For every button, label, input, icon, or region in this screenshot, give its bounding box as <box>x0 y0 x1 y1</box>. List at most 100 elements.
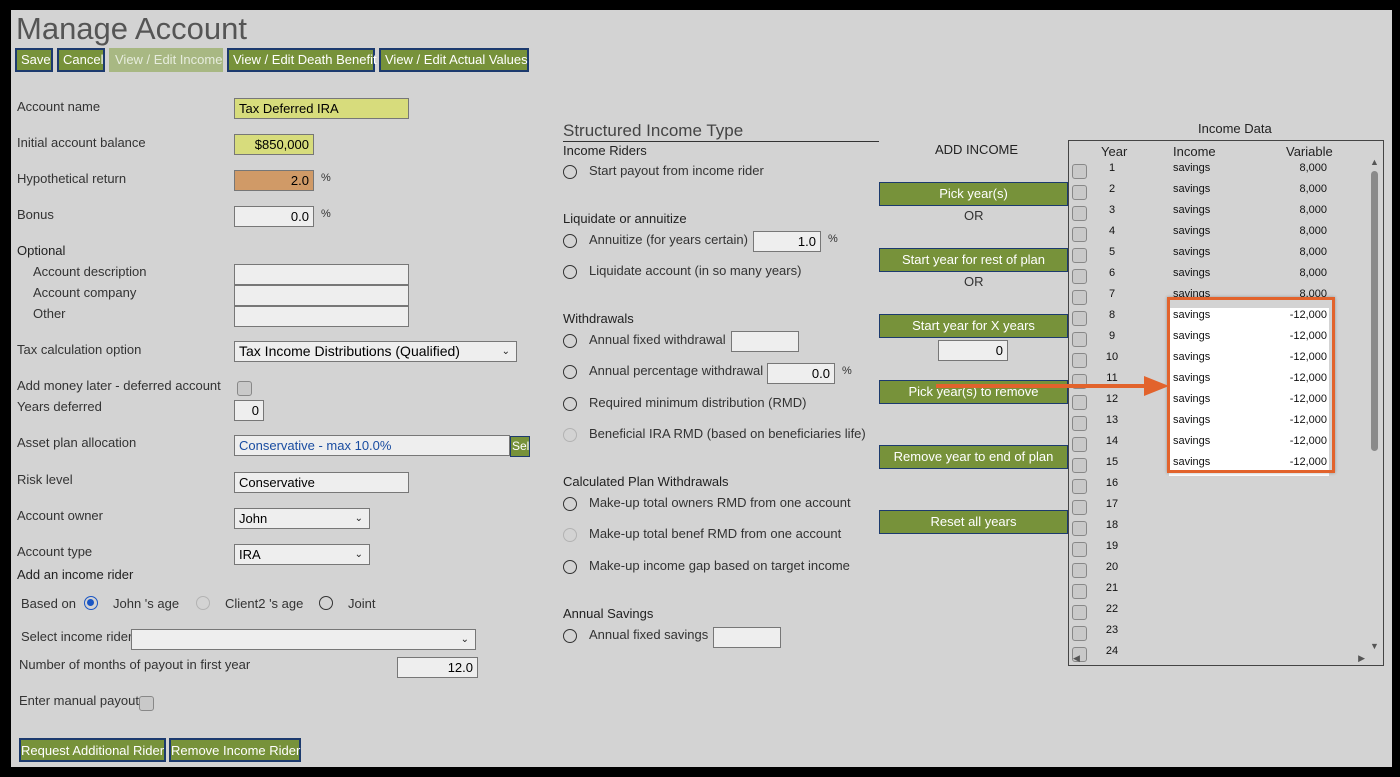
row-checkbox[interactable] <box>1072 521 1087 536</box>
scroll-up-icon[interactable]: ▲ <box>1370 157 1379 167</box>
annuitize-years-input[interactable]: 1.0 <box>753 231 821 252</box>
based-on-client2-label: Client2 's age <box>225 596 304 611</box>
bonus-input[interactable]: 0.0 <box>234 206 314 227</box>
row-checkbox[interactable] <box>1072 248 1087 263</box>
asset-plan-select-button[interactable]: Sel <box>510 436 530 457</box>
account-description-input[interactable] <box>234 264 409 285</box>
tax-option-select[interactable]: Tax Income Distributions (Qualified) ⌄ <box>234 341 517 362</box>
view-edit-income-button[interactable]: View / Edit Income <box>109 48 223 72</box>
years-deferred-input[interactable]: 0 <box>234 400 264 421</box>
remove-income-rider-button[interactable]: Remove Income Rider <box>169 738 301 762</box>
row-checkbox[interactable] <box>1072 437 1087 452</box>
scroll-left-icon[interactable]: ◀ <box>1073 653 1080 664</box>
row-checkbox[interactable] <box>1072 584 1087 599</box>
annual-fixed-savings-input[interactable] <box>713 627 781 648</box>
vertical-scrollbar[interactable]: ▲ ▼ <box>1369 157 1381 651</box>
row-checkbox[interactable] <box>1072 206 1087 221</box>
annual-savings-heading: Annual Savings <box>563 606 654 621</box>
view-edit-death-benefit-button[interactable]: View / Edit Death Benefit <box>227 48 377 72</box>
based-on-client2-radio[interactable] <box>196 596 210 610</box>
table-row[interactable]: 18 <box>1069 518 1369 539</box>
start-year-rest-of-plan-button[interactable]: Start year for rest of plan <box>879 248 1068 272</box>
bonus-label: Bonus <box>17 207 54 222</box>
makeup-benef-rmd-radio[interactable] <box>563 528 577 542</box>
reset-all-years-button[interactable]: Reset all years <box>879 510 1068 534</box>
asset-plan-input[interactable]: Conservative - max 10.0% <box>234 435 510 456</box>
table-row[interactable]: 22 <box>1069 602 1369 623</box>
row-checkbox[interactable] <box>1072 479 1087 494</box>
table-row[interactable]: 2 savings 8,000 <box>1069 182 1369 203</box>
table-row[interactable]: 3 savings 8,000 <box>1069 203 1369 224</box>
annual-percentage-withdrawal-radio[interactable] <box>563 365 577 379</box>
account-type-select[interactable]: IRA ⌄ <box>234 544 370 565</box>
annuitize-radio[interactable] <box>563 234 577 248</box>
view-edit-actual-values-button[interactable]: View / Edit Actual Values <box>379 48 529 72</box>
risk-level-input[interactable]: Conservative <box>234 472 409 493</box>
table-row[interactable]: 23 <box>1069 623 1369 644</box>
account-owner-select[interactable]: John ⌄ <box>234 508 370 529</box>
annual-fixed-savings-radio[interactable] <box>563 629 577 643</box>
table-row[interactable]: 21 <box>1069 581 1369 602</box>
row-year: 18 <box>1105 519 1119 531</box>
liquidate-radio[interactable] <box>563 265 577 279</box>
row-checkbox[interactable] <box>1072 227 1087 242</box>
add-money-later-checkbox[interactable] <box>237 381 252 396</box>
cancel-button[interactable]: Cancel <box>57 48 105 72</box>
based-on-john-radio[interactable] <box>84 596 98 610</box>
manual-payout-checkbox[interactable] <box>139 696 154 711</box>
request-additional-rider-button[interactable]: Request Additional Rider <box>19 738 166 762</box>
table-row[interactable]: 5 savings 8,000 <box>1069 245 1369 266</box>
annual-fixed-withdrawal-input[interactable] <box>731 331 799 352</box>
table-row[interactable]: 6 savings 8,000 <box>1069 266 1369 287</box>
table-row[interactable]: 24 <box>1069 644 1369 665</box>
row-checkbox[interactable] <box>1072 311 1087 326</box>
other-input[interactable] <box>234 306 409 327</box>
annual-fixed-savings-label: Annual fixed savings <box>589 627 709 642</box>
row-checkbox[interactable] <box>1072 458 1087 473</box>
row-checkbox[interactable] <box>1072 290 1087 305</box>
account-company-input[interactable] <box>234 285 409 306</box>
scroll-thumb[interactable] <box>1371 171 1378 451</box>
income-rider-select[interactable]: ⌄ <box>131 629 476 650</box>
row-checkbox[interactable] <box>1072 185 1087 200</box>
table-row[interactable]: 19 <box>1069 539 1369 560</box>
row-checkbox[interactable] <box>1072 605 1087 620</box>
beneficial-ira-rmd-radio[interactable] <box>563 428 577 442</box>
scroll-down-icon[interactable]: ▼ <box>1370 641 1379 651</box>
initial-balance-input[interactable]: $850,000 <box>234 134 314 155</box>
table-row[interactable]: 16 <box>1069 476 1369 497</box>
makeup-income-gap-radio[interactable] <box>563 560 577 574</box>
annual-fixed-withdrawal-radio[interactable] <box>563 334 577 348</box>
months-payout-input[interactable]: 12.0 <box>397 657 478 678</box>
row-checkbox[interactable] <box>1072 500 1087 515</box>
row-checkbox[interactable] <box>1072 353 1087 368</box>
liquidate-heading: Liquidate or annuitize <box>563 211 687 226</box>
annual-percentage-withdrawal-input[interactable]: 0.0 <box>767 363 835 384</box>
makeup-owners-rmd-radio[interactable] <box>563 497 577 511</box>
account-name-input[interactable]: Tax Deferred IRA <box>234 98 409 119</box>
start-payout-radio[interactable] <box>563 165 577 179</box>
table-row[interactable]: 17 <box>1069 497 1369 518</box>
row-checkbox[interactable] <box>1072 542 1087 557</box>
row-checkbox[interactable] <box>1072 269 1087 284</box>
start-year-x-years-button[interactable]: Start year for X years <box>879 314 1068 338</box>
row-checkbox[interactable] <box>1072 332 1087 347</box>
row-checkbox[interactable] <box>1072 164 1087 179</box>
based-on-label: Based on <box>21 596 76 611</box>
table-row[interactable]: 4 savings 8,000 <box>1069 224 1369 245</box>
pick-years-button[interactable]: Pick year(s) <box>879 182 1068 206</box>
row-checkbox[interactable] <box>1072 416 1087 431</box>
rmd-radio[interactable] <box>563 397 577 411</box>
based-on-joint-radio[interactable] <box>319 596 333 610</box>
table-row[interactable]: 20 <box>1069 560 1369 581</box>
x-years-input[interactable]: 0 <box>938 340 1008 361</box>
scroll-right-icon[interactable]: ▶ <box>1358 653 1365 664</box>
row-checkbox[interactable] <box>1072 395 1087 410</box>
row-checkbox[interactable] <box>1072 563 1087 578</box>
table-row[interactable]: 1 savings 8,000 <box>1069 161 1369 182</box>
percent-unit: % <box>842 365 852 377</box>
hypothetical-return-input[interactable]: 2.0 <box>234 170 314 191</box>
save-button[interactable]: Save <box>15 48 53 72</box>
row-checkbox[interactable] <box>1072 626 1087 641</box>
remove-year-to-end-button[interactable]: Remove year to end of plan <box>879 445 1068 469</box>
